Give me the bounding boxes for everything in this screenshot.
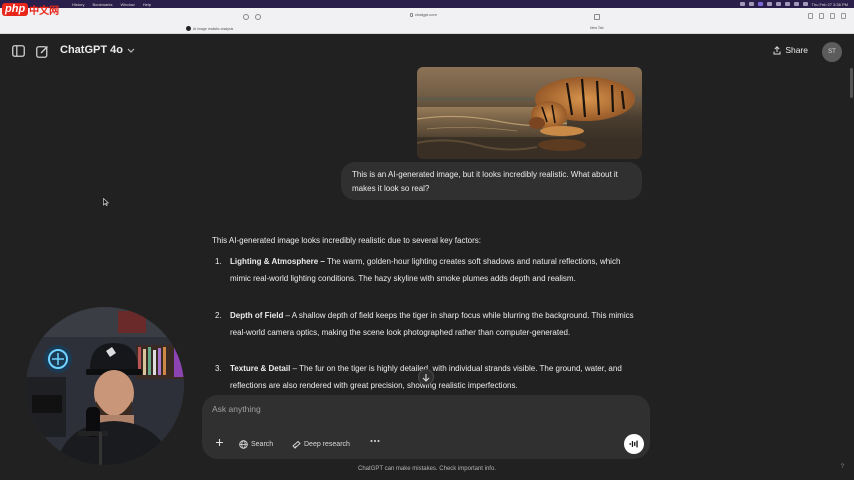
list-item-body: Depth of Field – A shallow depth of fiel… [230, 308, 642, 341]
watermark-suffix: 中文网 [29, 5, 60, 17]
tab-strip: AI image realistic analysis New Tab [0, 25, 854, 34]
globe-icon [239, 440, 248, 449]
help-icon[interactable]: ? [841, 464, 844, 470]
scroll-to-bottom-button[interactable] [418, 369, 434, 385]
point-title: Lighting & Atmosphere – [230, 257, 325, 266]
reload-icon[interactable] [594, 14, 600, 20]
chevron-down-icon [127, 48, 135, 53]
tab-title: AI image realistic analysis [193, 26, 234, 31]
clock[interactable]: Thu Feb 27 3:36 PM [812, 2, 848, 7]
share-page-icon[interactable] [819, 13, 824, 19]
lock-icon [410, 12, 413, 17]
share-icon [773, 45, 781, 54]
point-title: Depth of Field [230, 311, 284, 320]
extension-icon[interactable] [243, 14, 249, 20]
uploaded-image[interactable] [417, 67, 642, 159]
list-number: 2. [215, 311, 222, 320]
chatgpt-favicon-icon [186, 26, 191, 31]
avatar-initials: ST [828, 49, 836, 55]
voice-waveform-icon [629, 440, 638, 448]
tab-title: New Tab [590, 26, 604, 30]
search-label: Search [251, 441, 274, 448]
sidebar-icon[interactable] [11, 44, 25, 58]
menu-history[interactable]: History [72, 2, 84, 7]
model-selector[interactable]: ChatGPT 4o [60, 44, 135, 56]
user-message-text: This is an AI-generated image, but it lo… [352, 170, 618, 193]
list-item-body: Texture & Detail – The fur on the tiger … [230, 361, 642, 394]
menu-window[interactable]: Window [120, 2, 134, 7]
status-icon[interactable] [766, 2, 772, 6]
new-tab-icon[interactable] [830, 13, 835, 19]
status-icon[interactable] [757, 2, 763, 6]
message-composer: Ask anything Search Deep research [202, 395, 650, 459]
point-text: – A shallow depth of field keeps the tig… [230, 311, 634, 337]
watermark-logo: php 中文网 [0, 0, 59, 18]
webcam-overlay [26, 307, 184, 465]
mouse-cursor-icon [103, 198, 109, 206]
address-bar[interactable]: chatgpt.com [410, 12, 437, 17]
shield-icon[interactable] [255, 14, 261, 20]
more-icon [370, 440, 380, 442]
plus-icon [216, 439, 223, 446]
list-item-body: Lighting & Atmosphere – The warm, golden… [230, 254, 642, 287]
wifi-icon[interactable] [784, 2, 790, 6]
presenter-video [26, 307, 184, 465]
list-number: 3. [215, 364, 222, 373]
os-menubar: History Bookmarks Window Help Thu Feb 27… [0, 0, 854, 8]
more-options-button[interactable] [370, 439, 380, 443]
deep-research-button[interactable]: Deep research [292, 440, 350, 449]
search-button[interactable]: Search [239, 440, 273, 449]
scrollbar[interactable] [850, 68, 853, 98]
search-icon[interactable] [793, 2, 799, 6]
deep-research-icon [292, 440, 301, 449]
control-center-icon[interactable] [802, 2, 808, 6]
download-icon[interactable] [808, 13, 813, 19]
url-text: chatgpt.com [415, 12, 437, 17]
browser-controls [808, 13, 846, 19]
watermark-brand: php [2, 2, 29, 16]
model-name: ChatGPT 4o [60, 44, 123, 56]
status-icon[interactable] [748, 2, 754, 6]
new-chat-icon[interactable] [35, 44, 49, 58]
status-icon[interactable] [739, 2, 745, 6]
tabs-overview-icon[interactable] [841, 13, 846, 19]
tiger-image [417, 67, 642, 159]
point-title: Texture & Detail [230, 364, 291, 373]
attach-button[interactable] [215, 438, 224, 447]
user-message: This is an AI-generated image, but it lo… [341, 162, 642, 200]
share-label: Share [785, 45, 808, 55]
voice-mode-button[interactable] [624, 434, 644, 454]
menu-bookmarks[interactable]: Bookmarks [92, 2, 112, 7]
list-number: 1. [215, 257, 222, 266]
tab-chatgpt[interactable]: AI image realistic analysis [186, 26, 233, 31]
arrow-down-icon [422, 373, 430, 382]
answer-intro: This AI-generated image looks incredibly… [212, 236, 482, 245]
deep-research-label: Deep research [304, 441, 350, 448]
menu-help[interactable]: Help [143, 2, 151, 7]
message-input[interactable]: Ask anything [212, 404, 261, 414]
status-area: Thu Feb 27 3:36 PM [739, 0, 848, 8]
status-icon[interactable] [775, 2, 781, 6]
disclaimer: ChatGPT can make mistakes. Check importa… [358, 466, 496, 472]
browser-chrome: chatgpt.com AI image realistic analysis … [0, 8, 854, 34]
share-button[interactable]: Share [773, 45, 808, 55]
avatar[interactable]: ST [822, 42, 842, 62]
tab-new[interactable]: New Tab [590, 26, 604, 30]
